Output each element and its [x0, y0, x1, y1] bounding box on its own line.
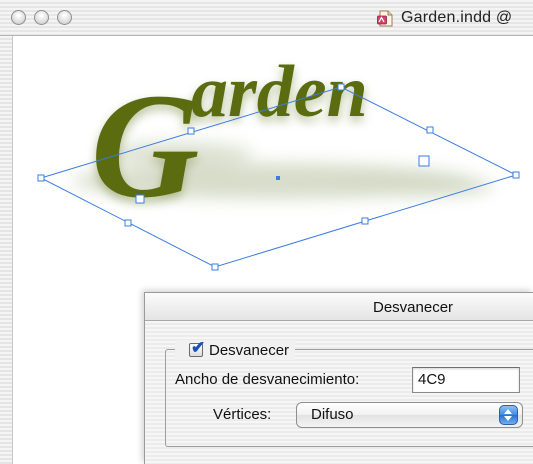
handle-bottom-left [124, 219, 132, 227]
handle-top-left [187, 127, 195, 135]
corner-radius-handle [418, 155, 430, 167]
close-button[interactable] [11, 10, 26, 25]
document-icon [377, 10, 393, 27]
checkmark-icon: ✔ [191, 338, 206, 357]
corners-popup[interactable]: Difuso [296, 402, 523, 428]
window-title: Garden.indd @ [401, 9, 513, 26]
feather-checkbox[interactable]: ✔ [189, 339, 205, 357]
feather-dialog: Desvanecer ✔ Desvanecer Ancho de desvane… [144, 292, 533, 464]
corners-popup-value: Difuso [311, 406, 354, 423]
window-titlebar[interactable]: Garden.indd @ [0, 0, 533, 36]
minimize-button[interactable] [34, 10, 49, 25]
reference-point-handle [135, 194, 145, 204]
garden-text: arden [191, 51, 368, 133]
dialog-title: Desvanecer [373, 299, 454, 316]
feather-width-input[interactable]: 4C9 [412, 367, 520, 393]
feather-width-label: Ancho de desvanecimiento: [175, 371, 360, 388]
feather-checkbox-row[interactable]: ✔ Desvanecer [175, 339, 296, 360]
zoom-button[interactable] [57, 10, 72, 25]
handle-left [37, 174, 45, 182]
handle-right [512, 171, 520, 179]
handle-bottom-right [361, 217, 369, 225]
corners-label: Vértices: [213, 406, 272, 423]
up-down-arrows-icon[interactable] [499, 405, 518, 425]
feather-group-box [165, 349, 533, 447]
center-point [276, 176, 280, 180]
vertical-ruler [0, 36, 13, 464]
feather-checkbox-label[interactable]: Desvanecer [209, 342, 289, 359]
handle-top-right [426, 126, 434, 134]
dialog-titlebar[interactable]: Desvanecer [145, 293, 533, 321]
handle-top [337, 83, 345, 91]
handle-bottom [211, 263, 219, 271]
